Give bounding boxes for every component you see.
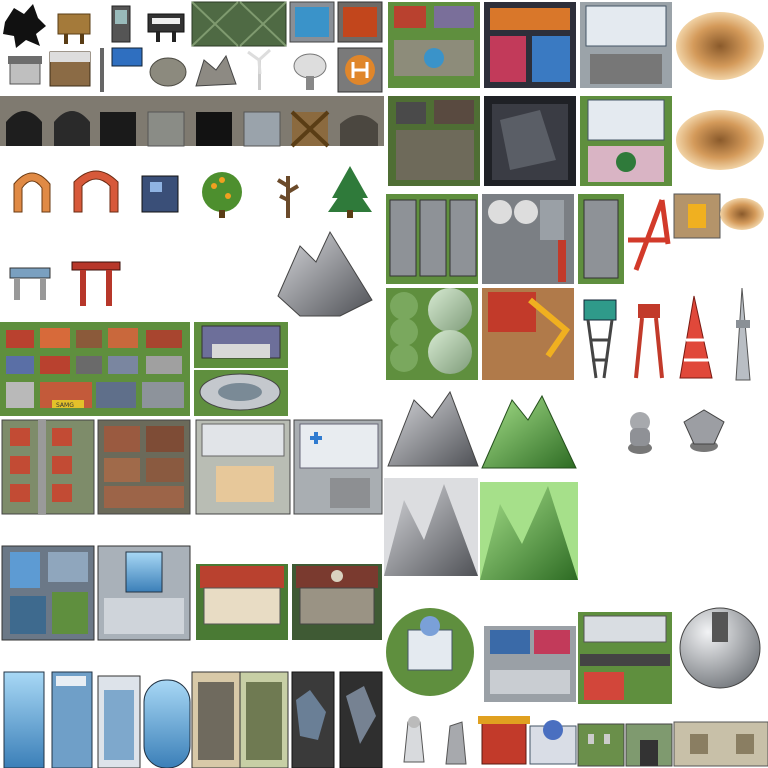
factory-tile bbox=[482, 194, 574, 284]
mountain-gray-tile bbox=[387, 390, 479, 467]
water-tower-tile bbox=[583, 299, 617, 379]
hotel-sign-text: SAMG bbox=[56, 402, 74, 409]
old-town-block-tile bbox=[97, 419, 191, 515]
glass-office-tile bbox=[3, 671, 45, 768]
green-panel-tiles bbox=[191, 1, 287, 47]
palace-tile bbox=[386, 608, 474, 696]
apartment-green-tile bbox=[239, 671, 289, 768]
houses-block-tile: SAMG bbox=[0, 322, 190, 416]
crane-tile bbox=[628, 199, 671, 271]
pine-tree-tile bbox=[328, 166, 372, 218]
phone-booth-tile bbox=[111, 5, 131, 43]
wall-gates-strip bbox=[0, 96, 384, 148]
castle-gate-tile bbox=[625, 723, 673, 767]
construction-site-tile bbox=[673, 193, 721, 239]
plaza-tile bbox=[580, 96, 672, 186]
decorated-arch-tile bbox=[73, 170, 119, 213]
hospital-tile bbox=[293, 419, 383, 515]
road-sign-tile bbox=[100, 47, 143, 92]
crater-large-tile bbox=[676, 12, 764, 80]
ruined-town-square-tile bbox=[388, 96, 480, 186]
ruined-building-tile bbox=[291, 671, 335, 768]
stone-statue-tile bbox=[445, 721, 467, 765]
orange-tree-tile bbox=[202, 172, 242, 218]
crater-small-tile bbox=[720, 198, 764, 230]
white-office-tile bbox=[97, 675, 141, 768]
warehouses-tile bbox=[386, 194, 478, 284]
hole-tile bbox=[3, 4, 46, 48]
shop-stall-tile bbox=[49, 51, 91, 87]
neon-district-tile bbox=[484, 2, 576, 88]
satellite-dish-tile bbox=[293, 53, 327, 90]
harbor-tile bbox=[484, 626, 576, 702]
apartment-block-tile bbox=[191, 671, 241, 768]
wind-turbine-tile bbox=[247, 48, 272, 90]
machine-tile bbox=[141, 175, 179, 213]
tileset-sheet: SAMG bbox=[0, 1, 768, 768]
tokyo-tower-tile bbox=[679, 295, 713, 379]
town-square-tile bbox=[388, 2, 480, 88]
sky-tower-tile bbox=[735, 287, 751, 381]
construction-yard-tile bbox=[482, 288, 574, 380]
statue-buddha-tile bbox=[628, 412, 652, 454]
lighthouse-tile bbox=[403, 716, 425, 763]
helipad-tile bbox=[337, 47, 383, 93]
billboard-tile bbox=[147, 13, 185, 42]
palace-wall-tile bbox=[673, 721, 768, 767]
mountain-gray-small bbox=[277, 230, 373, 317]
city-hall-tile bbox=[580, 2, 672, 88]
manor-tile bbox=[196, 564, 288, 640]
stone-monument-tile bbox=[149, 57, 187, 87]
single-warehouse-tile bbox=[578, 194, 624, 284]
statue-gargoyle-tile bbox=[683, 409, 725, 452]
graveyard-tile bbox=[577, 723, 625, 767]
cathedral-tile bbox=[529, 720, 577, 765]
business-center-tile bbox=[97, 545, 191, 641]
station-gate-tile bbox=[9, 267, 51, 300]
lava-pool-tile bbox=[337, 1, 383, 43]
downtown-block-tile bbox=[1, 545, 95, 641]
steel-tower-tile bbox=[634, 304, 664, 379]
mountain-gray-range-tile bbox=[384, 478, 478, 576]
arena-tile bbox=[194, 370, 288, 416]
mountain-green-range-tile bbox=[480, 482, 578, 580]
airport-tile bbox=[578, 612, 672, 704]
suburb-block-tile bbox=[1, 419, 95, 515]
pool-tile bbox=[289, 1, 335, 43]
rubble-tile bbox=[195, 54, 237, 87]
mountain-green-tile bbox=[481, 394, 577, 469]
school-tile bbox=[195, 419, 291, 515]
mansion-tile bbox=[194, 322, 288, 368]
ruined-district-tile bbox=[484, 96, 576, 186]
ruined-building-2-tile bbox=[339, 671, 383, 768]
gas-tanks-tile bbox=[386, 288, 478, 380]
chinese-temple-tile bbox=[478, 716, 530, 765]
round-tower-tile bbox=[143, 679, 191, 768]
torii-gate-tile bbox=[71, 261, 121, 306]
crater-medium-tile bbox=[676, 110, 764, 170]
arch-gate-tile bbox=[13, 172, 51, 213]
observatory-dome-tile bbox=[679, 607, 761, 689]
small-house-tile bbox=[8, 56, 42, 85]
office-tower-tile bbox=[51, 671, 93, 768]
wooden-sign-tile bbox=[57, 13, 91, 44]
dead-tree-tile bbox=[276, 176, 300, 218]
haunted-manor-tile bbox=[292, 564, 382, 640]
